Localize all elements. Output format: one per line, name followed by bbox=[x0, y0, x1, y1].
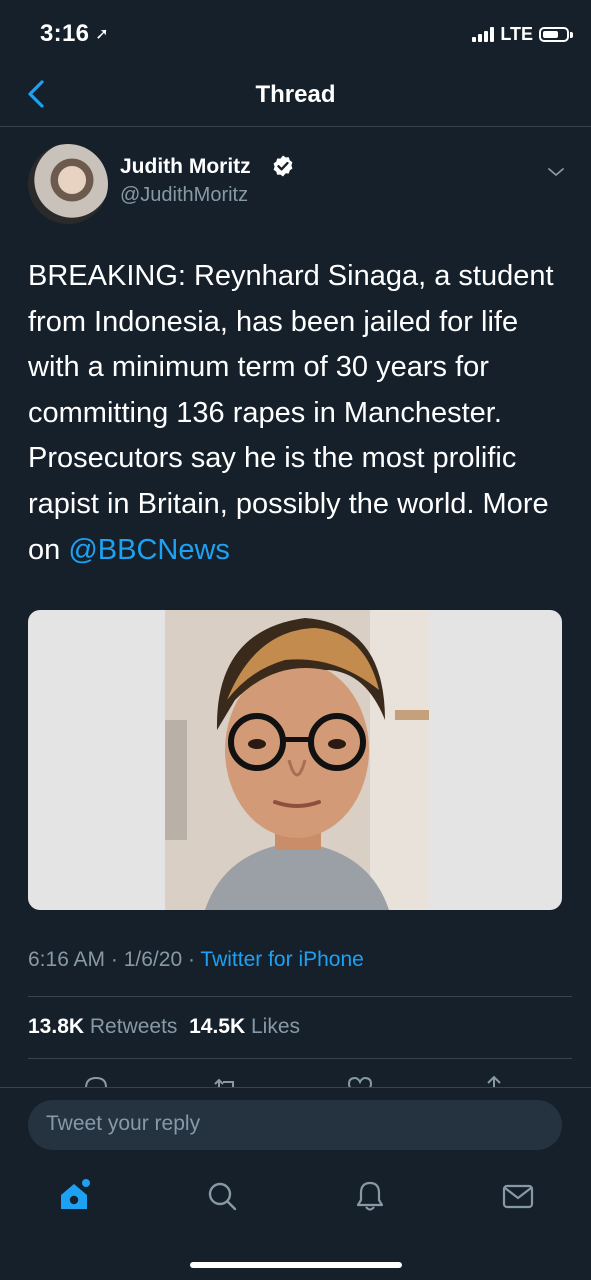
like-icon[interactable] bbox=[346, 1074, 374, 1088]
chevron-down-icon[interactable] bbox=[544, 160, 568, 184]
tweet-source-link[interactable]: Twitter for iPhone bbox=[200, 948, 363, 971]
reply-placeholder: Tweet your reply bbox=[46, 1112, 201, 1135]
search-icon[interactable] bbox=[204, 1178, 240, 1214]
tweet-text: BREAKING: Reynhard Sinaga, a student fro… bbox=[28, 254, 568, 573]
meta-divider bbox=[28, 996, 572, 997]
battery-icon bbox=[539, 27, 573, 42]
tweet-time: 6:16 AM bbox=[28, 948, 106, 971]
author-name[interactable]: Judith Moritz bbox=[120, 155, 251, 179]
share-icon[interactable] bbox=[480, 1074, 508, 1088]
composer-divider bbox=[0, 1087, 591, 1088]
likes-stat[interactable]: 14.5K Likes bbox=[189, 1015, 300, 1038]
reply-icon[interactable] bbox=[82, 1074, 110, 1088]
signal-icon bbox=[472, 27, 495, 42]
notifications-icon[interactable] bbox=[352, 1178, 388, 1214]
page-title: Thread bbox=[255, 81, 336, 108]
retweets-label: Retweets bbox=[89, 1015, 178, 1038]
status-time: 3:16 ➚ bbox=[40, 20, 109, 47]
network-type: LTE bbox=[500, 24, 533, 44]
tweet-body: BREAKING: Reynhard Sinaga, a student fro… bbox=[28, 260, 554, 566]
home-indicator[interactable] bbox=[190, 1262, 402, 1268]
tweet-stats: 13.8K Retweets 14.5K Likes bbox=[28, 1015, 300, 1039]
verified-badge-icon bbox=[273, 155, 293, 177]
retweets-count: 13.8K bbox=[28, 1015, 85, 1038]
tweet-date: 1/6/20 bbox=[123, 948, 183, 971]
tweet-meta: 6:16 AM · 1/6/20 · Twitter for iPhone bbox=[28, 948, 364, 971]
messages-icon[interactable] bbox=[500, 1178, 536, 1214]
reply-input[interactable]: Tweet your reply bbox=[28, 1100, 562, 1150]
retweets-stat[interactable]: 13.8K Retweets bbox=[28, 1015, 177, 1038]
tweet-image[interactable] bbox=[28, 610, 562, 910]
location-arrow-icon: ➚ bbox=[95, 26, 109, 43]
likes-label: Likes bbox=[251, 1015, 301, 1038]
home-icon[interactable] bbox=[56, 1178, 92, 1214]
mention-link[interactable]: @BBCNews bbox=[68, 534, 230, 566]
likes-count: 14.5K bbox=[189, 1015, 246, 1038]
status-indicators: LTE bbox=[472, 24, 573, 45]
avatar[interactable] bbox=[28, 144, 108, 224]
tweet-actions bbox=[0, 1060, 591, 1088]
author-handle[interactable]: @JudithMoritz bbox=[120, 184, 248, 207]
mugshot-photo bbox=[165, 610, 429, 910]
person-illustration bbox=[165, 610, 429, 910]
stats-divider bbox=[28, 1058, 572, 1059]
header-divider bbox=[0, 126, 591, 127]
retweet-icon[interactable] bbox=[212, 1074, 240, 1088]
